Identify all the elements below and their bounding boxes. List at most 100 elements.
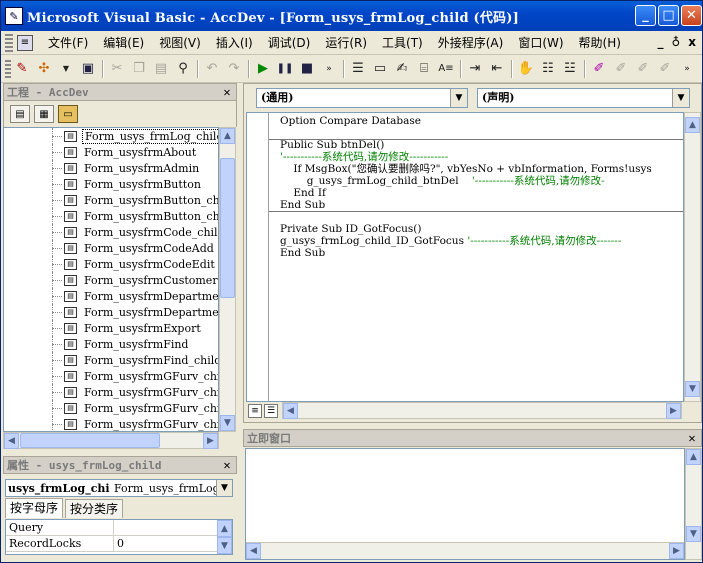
properties-header[interactable]: 属性 - usys_frmLog_child ✕ (3, 456, 237, 474)
code-horizontal-scrollbar[interactable]: ◀ ▶ (282, 402, 682, 419)
previous-bookmark-icon[interactable]: ✐ (632, 58, 654, 80)
scroll-up-icon[interactable]: ▲ (220, 128, 235, 144)
menu-addins[interactable]: 外接程序(A) (438, 34, 504, 51)
tree-item[interactable]: ▤ Form_usysfrmDepartment_ (4, 304, 218, 320)
code-line[interactable]: Private Sub ID_GotFocus() (280, 223, 652, 235)
scroll-up-icon[interactable]: ▲ (685, 117, 700, 133)
code-line[interactable]: End Sub (280, 247, 652, 259)
tree-item[interactable]: ▤ Form_usysfrmFind_child (4, 352, 218, 368)
property-row[interactable]: RecordLocks 0 (6, 536, 232, 552)
menu-window[interactable]: 窗口(W) (518, 34, 563, 51)
scroll-left-icon[interactable]: ◀ (246, 543, 261, 559)
tree-item[interactable]: ▤ Form_usysfrmExport (4, 320, 218, 336)
view-object-icon[interactable]: ▦ (34, 105, 54, 123)
tree-item[interactable]: ▤ Form_usysfrmCustomerInf (4, 272, 218, 288)
immediate-window-header[interactable]: 立即窗口 ✕ (243, 429, 702, 447)
scroll-down-icon[interactable]: ▼ (685, 381, 700, 397)
view-access-icon[interactable]: ✎ (11, 58, 33, 80)
scroll-down-icon[interactable]: ▼ (217, 537, 232, 554)
tab-categorized[interactable]: 按分类序 (65, 499, 124, 518)
reset-icon[interactable]: ■ (296, 58, 318, 80)
list-properties-icon[interactable]: ☰ (347, 58, 369, 80)
mdi-restore-button[interactable]: ♁ (671, 35, 680, 49)
scroll-right-icon[interactable]: ▶ (669, 543, 684, 559)
insert-module-icon[interactable]: ✣ (33, 58, 55, 80)
scroll-down-icon[interactable]: ▼ (686, 526, 701, 542)
tree-item[interactable]: ▤ Form_usysfrmFind (4, 336, 218, 352)
scroll-left-icon[interactable]: ◀ (283, 403, 298, 419)
property-value[interactable] (114, 520, 232, 535)
cut-icon[interactable]: ✂ (106, 58, 128, 80)
tree-item[interactable]: ▤ Form_usysfrmGFurv_child (4, 368, 218, 384)
scroll-right-icon[interactable]: ▶ (666, 403, 681, 419)
menu-view[interactable]: 视图(V) (159, 34, 201, 51)
run-icon[interactable]: ▶ (252, 58, 274, 80)
menu-insert[interactable]: 插入(I) (216, 34, 253, 51)
code-line[interactable]: g_usys_frmLog_child_btnDel '-----------系… (280, 175, 652, 187)
tree-item[interactable]: ▤ Form_usysfrmGFurv_child (4, 384, 218, 400)
immediate-window-input[interactable]: ◀ ▶ (245, 448, 685, 560)
quick-info-icon[interactable]: ✍ (391, 58, 413, 80)
undo-icon[interactable]: ↶ (201, 58, 223, 80)
vb-app-icon[interactable]: ✎ (5, 7, 23, 25)
menu-help[interactable]: 帮助(H) (579, 34, 621, 51)
code-line[interactable] (280, 211, 652, 223)
list-constants-icon[interactable]: ▭ (369, 58, 391, 80)
close-button[interactable]: ✕ (681, 5, 702, 26)
menu-tools[interactable]: 工具(T) (382, 34, 423, 51)
tree-item[interactable]: ▤ Form_usysfrmCode_child (4, 224, 218, 240)
view-code-icon[interactable]: ▤ (10, 105, 30, 123)
toggle-bookmark-icon[interactable]: ✐ (588, 58, 610, 80)
code-vertical-scrollbar[interactable]: ▲ ▼ (684, 112, 701, 402)
project-horizontal-scrollbar[interactable]: ◀ ▶ (3, 432, 219, 449)
menu-file[interactable]: 文件(F) (48, 34, 88, 51)
save-icon[interactable]: ▣ (77, 58, 99, 80)
redo-icon[interactable]: ↷ (223, 58, 245, 80)
code-line[interactable] (280, 127, 652, 139)
immediate-close-icon[interactable]: ✕ (685, 431, 699, 445)
uncomment-block-icon[interactable]: ☳ (559, 58, 581, 80)
complete-word-icon[interactable]: A≡ (435, 58, 457, 80)
tree-item[interactable]: ▤ Form_usysfrmDepartment_ (4, 288, 218, 304)
scroll-up-icon[interactable]: ▲ (217, 520, 232, 537)
menu-edit[interactable]: 编辑(E) (103, 34, 144, 51)
code-line[interactable]: g_usys_frmLog_child_ID_GotFocus '-------… (280, 235, 652, 247)
property-row[interactable]: Query (6, 520, 232, 536)
property-value[interactable]: 0 (114, 536, 232, 551)
project-close-icon[interactable]: ✕ (220, 85, 234, 99)
chevron-down-icon[interactable]: ▼ (672, 89, 689, 107)
indent-icon[interactable]: ⇥ (464, 58, 486, 80)
procedure-combo[interactable]: (声明) ▼ (477, 88, 690, 108)
scroll-thumb[interactable] (220, 158, 235, 298)
tree-item[interactable]: ▤ Form_usysfrmAbout (4, 144, 218, 160)
outdent-icon[interactable]: ⇤ (486, 58, 508, 80)
tree-item[interactable]: ▤ Form_usysfrmAdmin (4, 160, 218, 176)
tree-item[interactable]: ▤ Form_usysfrmCodeEdit (4, 256, 218, 272)
next-bookmark-icon[interactable]: ✐ (610, 58, 632, 80)
tree-item[interactable]: ▤ Form_usysfrmGFurv_child (4, 400, 218, 416)
tree-item[interactable]: ▤ Form_usysfrmCodeAdd (4, 240, 218, 256)
tab-alphabetic[interactable]: 按字母序 (5, 498, 64, 518)
code-line[interactable]: '-----------系统代码,请勿修改----------- (280, 151, 652, 163)
clear-bookmarks-icon[interactable]: ✐ (654, 58, 676, 80)
tree-item[interactable]: ▤ Form_usysfrmButton_chil (4, 208, 218, 224)
code-text[interactable]: Option Compare Database Public Sub btnDel… (280, 115, 652, 259)
scroll-right-icon[interactable]: ▶ (203, 433, 218, 449)
scroll-left-icon[interactable]: ◀ (4, 433, 19, 449)
menu-run[interactable]: 运行(R) (325, 34, 367, 51)
scroll-down-icon[interactable]: ▼ (220, 415, 235, 431)
tree-item[interactable]: ▤ Form_usysfrmButton_chil (4, 192, 218, 208)
immediate-horizontal-scrollbar[interactable]: ◀ ▶ (246, 542, 684, 559)
project-vertical-scrollbar[interactable]: ▲ ▼ (219, 127, 236, 432)
tree-item[interactable]: ▤ Form_usysfrmGFurv_child (4, 416, 218, 431)
mdi-minimize-button[interactable]: _ (657, 35, 663, 49)
full-module-view-icon[interactable]: ☰ (264, 404, 278, 418)
object-combo[interactable]: (通用) ▼ (256, 88, 468, 108)
code-line[interactable]: Public Sub btnDel() (280, 139, 652, 151)
chevron-down-icon[interactable]: ▼ (450, 89, 467, 107)
paste-icon[interactable]: ▤ (150, 58, 172, 80)
maximize-button[interactable]: □ (658, 5, 679, 26)
object-selector[interactable]: usys_frmLog_chi Form_usys_frmLog_ ▼ (5, 479, 233, 497)
scroll-up-icon[interactable]: ▲ (686, 449, 701, 465)
minimize-button[interactable]: _ (635, 5, 656, 26)
